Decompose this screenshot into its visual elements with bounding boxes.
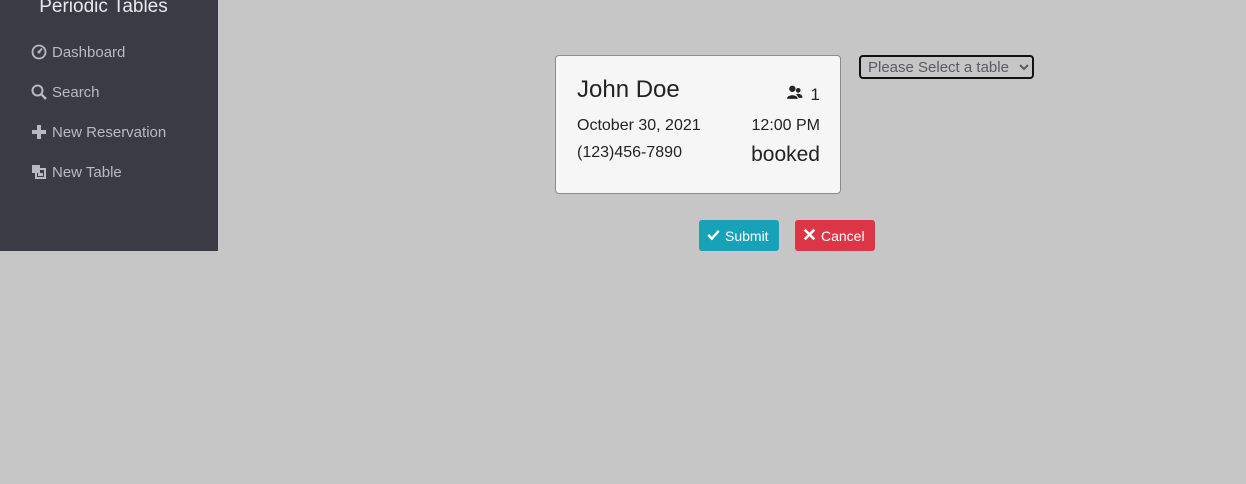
sidebar-item-label: New Table	[52, 163, 122, 181]
reservation-name: John Doe	[577, 76, 680, 103]
sidebar-item-label: New Reservation	[52, 123, 167, 141]
sidebar-item-new-table[interactable]: New Table	[30, 160, 122, 184]
table-select[interactable]: Please Select a table	[859, 55, 1034, 79]
submit-button[interactable]: Submit	[699, 220, 779, 251]
sidebar-item-label: Search	[52, 83, 100, 101]
sidebar-item-dashboard[interactable]: Dashboard	[30, 40, 125, 64]
people-icon	[786, 84, 803, 106]
party-size-value: 1	[810, 85, 820, 104]
party-size: 1	[786, 84, 820, 106]
search-icon	[30, 84, 47, 101]
cancel-button[interactable]: Cancel	[795, 220, 875, 251]
sidebar-item-search[interactable]: Search	[30, 80, 100, 104]
cancel-label: Cancel	[821, 227, 865, 244]
sidebar-item-label: Dashboard	[52, 43, 126, 61]
close-icon	[803, 228, 816, 244]
dashboard-icon	[30, 44, 47, 61]
reservation-time: 12:00 PM	[751, 117, 820, 134]
sidebar: Periodic Tables Dashboard Search New Res…	[0, 0, 218, 251]
submit-label: Submit	[725, 227, 769, 244]
app-brand[interactable]: Periodic Tables	[0, 0, 207, 18]
check-icon	[707, 228, 720, 244]
status-badge: booked	[751, 143, 820, 166]
reservation-phone: (123)456-7890	[577, 144, 682, 161]
plus-icon	[30, 124, 47, 141]
sidebar-item-new-reservation[interactable]: New Reservation	[30, 120, 166, 144]
reservation-card: John Doe 1 October 30, 2021 12:00 PM (12…	[555, 55, 841, 194]
layers-icon	[30, 164, 47, 181]
reservation-date: October 30, 2021	[577, 117, 701, 134]
